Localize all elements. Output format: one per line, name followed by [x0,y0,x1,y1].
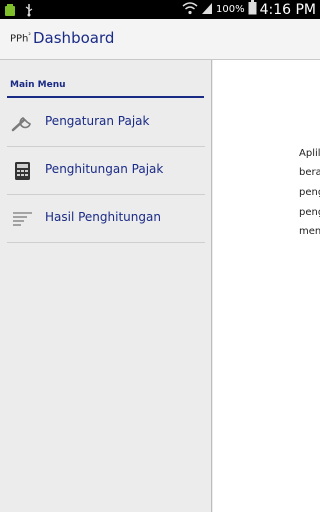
list-lines-icon [10,209,34,229]
app-logo-sup: ² [28,32,31,39]
content-text-line: peng [299,207,320,218]
page-title: Dashboard [33,29,115,47]
wrench-icon [10,113,34,133]
signal-icon [201,0,213,19]
app-logo-main: PPh [10,33,29,45]
menu-item-label: Penghitungan Pajak [45,162,164,176]
wifi-icon [182,0,198,19]
calculator-icon [10,161,34,181]
content-text-line: Aplil [299,148,320,159]
status-bar-system: 100% 4:16 PM [182,0,316,19]
battery-percent: 100% [215,4,245,15]
menu-item-label: Pengaturan Pajak [45,114,150,128]
menu-item-pengaturan-pajak[interactable]: Pengaturan Pajak [7,99,205,147]
status-bar: 100% 4:16 PM [0,0,320,19]
drawer-header: Main Menu [10,80,66,90]
battery-icon [248,0,257,19]
navigation-drawer: Main Menu Pengaturan Pajak Penghitungan [0,60,212,512]
app-logo[interactable]: PPh² [10,32,31,44]
drawer-header-divider [7,96,204,98]
action-bar: PPh² Dashboard [0,19,320,60]
main-content: Aplil bera peng peng men [213,60,320,512]
menu-item-hasil-penghitungan[interactable]: Hasil Penghitungan [7,195,205,243]
menu-item-label: Hasil Penghitungan [45,210,161,224]
content-text-line: men [299,226,320,237]
status-time: 4:16 PM [259,1,316,18]
content-text-line: peng [299,187,320,198]
menu-item-penghitungan-pajak[interactable]: Penghitungan Pajak [7,147,205,195]
content-text-line: bera [299,167,320,178]
